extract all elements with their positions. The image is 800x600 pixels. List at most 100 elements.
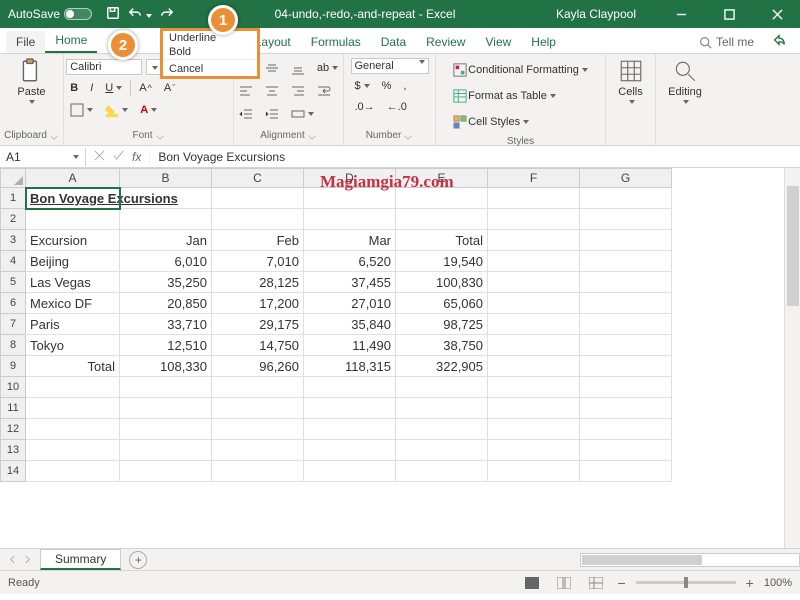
cell[interactable] [580,398,672,419]
sheet-next-icon[interactable] [23,553,32,567]
cell[interactable] [488,314,580,335]
cell[interactable] [26,419,120,440]
comma-icon[interactable]: , [399,77,410,95]
percent-icon[interactable]: % [378,77,396,95]
tab-file[interactable]: File [6,31,45,53]
cell[interactable]: 17,200 [212,293,304,314]
row-header[interactable]: 12 [0,419,26,440]
tell-me[interactable]: Tell me [689,31,764,53]
cell[interactable]: Jan [120,230,212,251]
cell[interactable]: 35,840 [304,314,396,335]
cell[interactable]: Paris [26,314,120,335]
row-header[interactable]: 8 [0,335,26,356]
add-sheet-button[interactable]: + [129,551,147,569]
view-page-layout-icon[interactable] [553,575,575,591]
cell[interactable] [580,230,672,251]
cell[interactable]: 100,830 [396,272,488,293]
tab-data[interactable]: Data [371,31,416,53]
enter-formula-icon[interactable] [113,150,124,164]
fx-icon[interactable]: fx [132,150,141,164]
cell[interactable] [26,377,120,398]
col-header[interactable]: C [212,168,304,188]
cell[interactable] [580,293,672,314]
col-header[interactable]: E [396,168,488,188]
cell[interactable] [580,377,672,398]
row-header[interactable]: 7 [0,314,26,335]
cell[interactable] [120,419,212,440]
cell[interactable] [488,461,580,482]
cell[interactable] [488,209,580,230]
increase-indent-icon[interactable] [261,104,283,124]
font-color-icon[interactable]: A [136,101,161,119]
cell[interactable]: 65,060 [396,293,488,314]
italic-button[interactable]: I [86,79,97,97]
close-button[interactable] [760,0,794,28]
tab-view[interactable]: View [475,31,521,53]
align-bottom-icon[interactable] [287,58,309,78]
cell[interactable] [488,419,580,440]
sheet-prev-icon[interactable] [8,553,17,567]
autosave[interactable]: AutoSave [0,7,100,21]
underline-button[interactable]: U [101,79,126,97]
row-header[interactable]: 14 [0,461,26,482]
minimize-button[interactable] [664,0,698,28]
row-header[interactable]: 6 [0,293,26,314]
cell[interactable] [488,356,580,377]
align-left-icon[interactable] [235,81,257,101]
cell[interactable] [580,209,672,230]
decrease-decimal-icon[interactable]: ←.0 [383,98,411,116]
cell[interactable]: 11,490 [304,335,396,356]
wrap-text-icon[interactable] [313,81,335,101]
cell[interactable] [580,419,672,440]
row-header[interactable]: 13 [0,440,26,461]
cell[interactable] [488,272,580,293]
row-header[interactable]: 11 [0,398,26,419]
cell[interactable] [396,419,488,440]
merge-center-icon[interactable] [287,104,318,124]
cell[interactable]: 33,710 [120,314,212,335]
undo-dropdown-icon[interactable] [144,7,152,21]
cell[interactable] [396,188,488,209]
row-header[interactable]: 5 [0,272,26,293]
col-header[interactable]: G [580,168,672,188]
vertical-scrollbar[interactable] [784,168,800,548]
number-format-select[interactable]: General [351,58,429,74]
cell[interactable]: Total [26,356,120,377]
cell[interactable] [488,230,580,251]
cell[interactable]: 6,520 [304,251,396,272]
row-header[interactable]: 10 [0,377,26,398]
cell[interactable]: 27,010 [304,293,396,314]
cell[interactable]: Tokyo [26,335,120,356]
cell[interactable]: Mexico DF [26,293,120,314]
cell[interactable] [488,293,580,314]
cell[interactable] [212,209,304,230]
zoom-slider[interactable] [636,581,736,584]
row-header[interactable]: 9 [0,356,26,377]
tab-review[interactable]: Review [416,31,475,53]
cell[interactable]: Feb [212,230,304,251]
font-name-select[interactable]: Calibri [66,59,142,75]
cell[interactable] [304,461,396,482]
align-center-icon[interactable] [261,81,283,101]
zoom-out-button[interactable]: − [617,575,625,591]
editing-button[interactable]: Editing [662,56,708,106]
select-all-corner[interactable] [0,168,26,188]
cell[interactable] [396,377,488,398]
cell[interactable] [120,440,212,461]
conditional-formatting-button[interactable]: Conditional Formatting [449,60,592,80]
tab-help[interactable]: Help [521,31,566,53]
cell[interactable]: 7,010 [212,251,304,272]
cell[interactable] [26,209,120,230]
cell[interactable] [488,335,580,356]
cells-button[interactable]: Cells [612,56,650,106]
cell[interactable] [580,188,672,209]
paste-button[interactable]: Paste [11,56,51,106]
col-header[interactable]: B [120,168,212,188]
cell[interactable] [304,440,396,461]
cell[interactable] [120,461,212,482]
undo-history-menu[interactable]: Underline Bold Cancel [160,28,260,79]
zoom-level[interactable]: 100% [764,577,792,589]
cell[interactable]: Excursion [26,230,120,251]
cell[interactable]: Bon Voyage Excursions [26,188,120,209]
cell[interactable]: 28,125 [212,272,304,293]
